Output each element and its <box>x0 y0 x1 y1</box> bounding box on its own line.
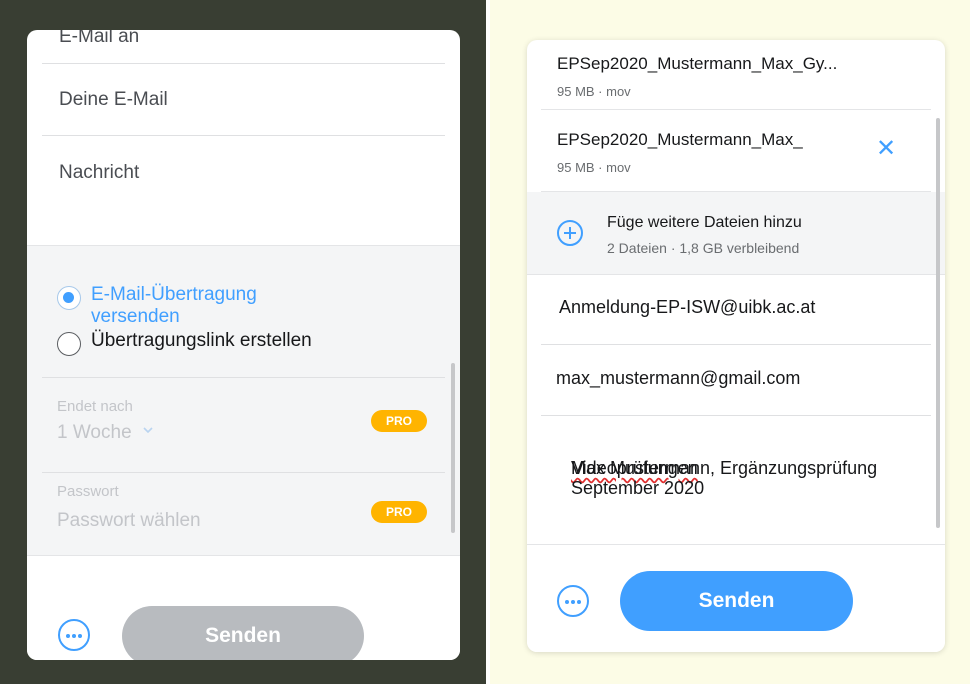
email-to-field[interactable]: E-Mail an <box>42 30 445 64</box>
send-button-disabled[interactable]: Senden <box>122 606 364 660</box>
password-input[interactable]: Passwort wählen <box>57 510 201 532</box>
radio-create-link-label: Übertragungslink erstellen <box>91 330 312 351</box>
panel-footer: Senden <box>527 544 945 652</box>
expires-label: Endet nach <box>57 398 133 415</box>
expires-value: 1 Woche <box>57 422 132 443</box>
message-rest: Max Mustermann, Ergänzungsprüfung Septem… <box>571 458 878 498</box>
your-email-placeholder: Deine E-Mail <box>59 89 168 110</box>
expires-select[interactable]: 1 Woche <box>57 422 153 444</box>
password-label: Passwort <box>57 483 119 500</box>
email-to-field[interactable]: Anmeldung-EP-ISW@uibk.ac.at <box>541 275 931 345</box>
chevron-down-icon <box>143 427 153 434</box>
message-placeholder: Nachricht <box>59 162 140 183</box>
file-name: EPSep2020_Mustermann_Max_Gy... <box>557 54 838 73</box>
dot <box>72 634 76 638</box>
dot <box>577 600 581 604</box>
file-meta: 95 MB · mov <box>557 160 631 175</box>
more-options-icon[interactable] <box>557 585 589 617</box>
screenshot-divider <box>486 0 490 684</box>
your-email-field[interactable]: max_mustermann@gmail.com <box>541 345 931 416</box>
add-files-subtitle: 2 Dateien · 1,8 GB verbleibend <box>607 240 800 256</box>
radio-unchecked-icon[interactable] <box>57 332 81 356</box>
send-button[interactable]: Senden <box>620 571 853 631</box>
add-files-title: Füge weitere Dateien hinzu <box>607 214 802 231</box>
message-field[interactable]: Nachricht <box>42 136 445 246</box>
radio-checked-icon[interactable] <box>57 286 81 310</box>
transfer-options: E-Mail-Übertragung versenden Übertragung… <box>27 245 460 555</box>
file-name: EPSep2020_Mustermann_Max_ <box>557 130 803 149</box>
scrollbar[interactable] <box>451 363 455 533</box>
file-meta: 95 MB · mov <box>557 84 631 99</box>
pro-badge: PRO <box>371 410 427 432</box>
left-transfer-panel: E-Mail an Deine E-Mail Nachricht E-Mail-… <box>27 30 460 660</box>
message-field[interactable]: Videoprüfungen Max Mustermann, Ergänzung… <box>541 416 931 544</box>
more-options-icon[interactable] <box>58 619 90 651</box>
plus-circle-icon[interactable] <box>557 220 583 246</box>
dot <box>66 634 70 638</box>
dot <box>571 600 575 604</box>
panel-footer: Senden <box>27 555 460 660</box>
file-item[interactable]: EPSep2020_Mustermann_Max_Gy... 95 MB · m… <box>541 40 931 110</box>
radio-email-transfer[interactable]: E-Mail-Übertragung versenden <box>57 284 321 328</box>
remove-file-close-icon[interactable]: ✕ <box>875 137 897 161</box>
dot <box>78 634 82 638</box>
file-item[interactable]: EPSep2020_Mustermann_Max_ 95 MB · mov ✕ <box>541 110 931 192</box>
pro-badge: PRO <box>371 501 427 523</box>
radio-email-transfer-label: E-Mail-Übertragung versenden <box>91 284 257 327</box>
email-to-placeholder: E-Mail an <box>59 30 140 47</box>
radio-create-link[interactable]: Übertragungslink erstellen <box>57 330 312 356</box>
dot <box>565 600 569 604</box>
right-transfer-panel: EPSep2020_Mustermann_Max_Gy... 95 MB · m… <box>527 40 945 652</box>
scrollbar[interactable] <box>936 118 940 528</box>
your-email-value: max_mustermann@gmail.com <box>556 368 801 388</box>
your-email-field[interactable]: Deine E-Mail <box>42 64 445 136</box>
email-to-value: Anmeldung-EP-ISW@uibk.ac.at <box>559 297 816 317</box>
divider <box>42 472 445 473</box>
add-files-button[interactable]: Füge weitere Dateien hinzu 2 Dateien · 1… <box>527 192 945 275</box>
divider <box>42 377 445 378</box>
